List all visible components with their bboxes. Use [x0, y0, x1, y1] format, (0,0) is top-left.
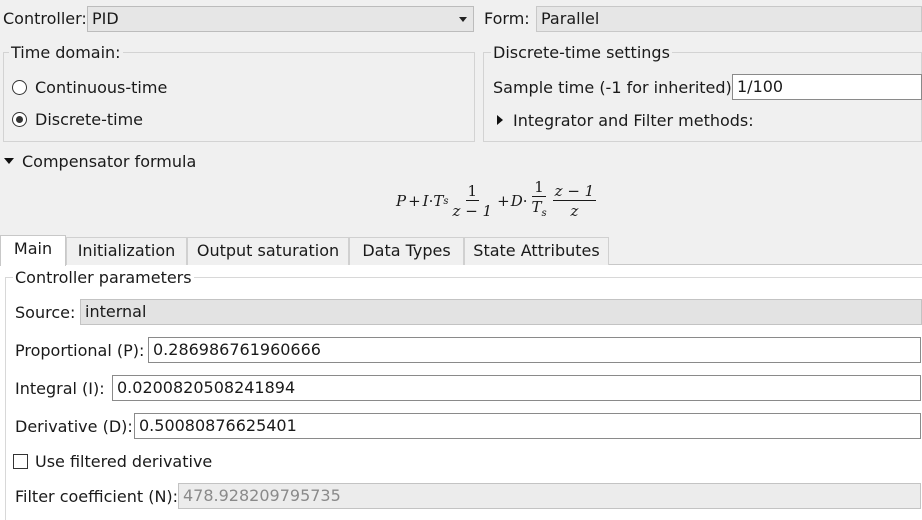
filter-coefficient-input: 478.928209795735 — [178, 483, 921, 509]
tab-output-saturation[interactable]: Output saturation — [187, 237, 349, 265]
controller-label: Controller: — [3, 9, 87, 28]
discrete-time-radio[interactable] — [12, 112, 27, 127]
integral-label: Integral (I): — [15, 379, 105, 398]
derivative-label: Derivative (D): — [15, 417, 133, 436]
form-label: Form: — [484, 9, 530, 28]
controller-value: PID — [92, 9, 119, 28]
controller-parameters-title: Controller parameters — [13, 268, 194, 288]
integral-input[interactable]: 0.0200820508241894 — [112, 375, 921, 401]
formula-t: T — [433, 192, 444, 210]
integrator-filter-methods-toggle[interactable]: Integrator and Filter methods: — [513, 111, 754, 131]
form-field: Parallel — [536, 6, 922, 32]
controller-dropdown[interactable]: PID — [87, 6, 474, 32]
tab-bar: Main Initialization Output saturation Da… — [0, 235, 922, 266]
use-filtered-derivative-checkbox[interactable] — [13, 454, 28, 469]
time-domain-title: Time domain: — [9, 43, 123, 63]
continuous-time-label[interactable]: Continuous-time — [35, 78, 167, 98]
formula-fraction-1: 1 z − 1 — [451, 182, 495, 221]
tab-state-attributes[interactable]: State Attributes — [464, 237, 609, 265]
sample-time-label: Sample time (-1 for inherited): — [493, 78, 738, 97]
formula-p: P — [396, 192, 407, 210]
radio-selected-dot — [16, 116, 23, 123]
source-label: Source: — [15, 303, 76, 322]
derivative-input[interactable]: 0.50080876625401 — [134, 413, 921, 439]
sample-time-value: 1/100 — [737, 77, 784, 96]
formula-plus: + — [497, 192, 510, 210]
derivative-value: 0.50080876625401 — [139, 416, 297, 435]
use-filtered-derivative-label[interactable]: Use filtered derivative — [35, 452, 212, 472]
formula-sub-s: s — [541, 208, 547, 219]
tab-main[interactable]: Main — [0, 235, 66, 266]
formula-den: z — [570, 201, 579, 220]
chevron-down-icon — [459, 17, 467, 22]
formula-num: z − 1 — [552, 181, 597, 201]
discrete-time-label[interactable]: Discrete-time — [35, 110, 143, 130]
proportional-label: Proportional (P): — [15, 341, 145, 360]
form-value: Parallel — [541, 9, 600, 28]
formula-dot: · — [522, 192, 528, 210]
formula-den: Ts — [530, 197, 549, 224]
collapse-down-icon[interactable] — [4, 158, 14, 164]
continuous-time-radio[interactable] — [12, 80, 27, 95]
sample-time-input[interactable]: 1/100 — [732, 74, 922, 100]
integral-value: 0.0200820508241894 — [117, 378, 296, 397]
formula-num: 1 — [532, 178, 546, 197]
formula-fraction-2: 1 Ts — [530, 178, 549, 224]
tab-initialization[interactable]: Initialization — [66, 237, 187, 265]
formula-plus: + — [408, 192, 421, 210]
compensator-formula-toggle[interactable]: Compensator formula — [22, 152, 196, 172]
proportional-input[interactable]: 0.286986761960666 — [148, 337, 921, 363]
formula-num: 1 — [465, 181, 480, 201]
formula-sub-s: s — [443, 195, 449, 207]
formula-t: T — [531, 198, 542, 216]
proportional-value: 0.286986761960666 — [153, 340, 321, 359]
source-value: internal — [85, 302, 147, 321]
discrete-settings-title: Discrete-time settings — [491, 43, 672, 63]
filter-coefficient-label: Filter coefficient (N): — [15, 487, 179, 506]
filter-coefficient-value: 478.928209795735 — [183, 486, 341, 505]
tab-data-types[interactable]: Data Types — [349, 237, 464, 265]
formula-d: D — [510, 192, 523, 210]
compensator-formula: P + I · Ts 1 z − 1 + D · 1 Ts z − 1 z — [396, 178, 598, 224]
formula-den: z − 1 — [452, 201, 493, 220]
expand-right-icon[interactable] — [497, 115, 503, 125]
source-dropdown[interactable]: internal — [80, 299, 922, 325]
formula-fraction-3: z − 1 z — [552, 181, 597, 221]
